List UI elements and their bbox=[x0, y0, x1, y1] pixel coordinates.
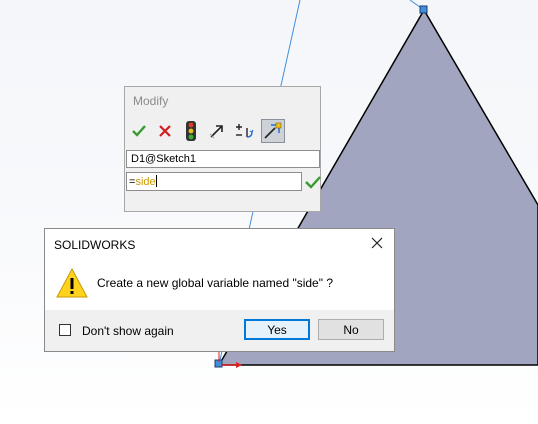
checkmark-icon bbox=[305, 176, 321, 189]
message-box-title: SOLIDWORKS bbox=[54, 238, 136, 252]
dimension-value-input[interactable]: =side bbox=[126, 172, 302, 191]
message-box-footer: Don't show again Yes No bbox=[45, 310, 394, 351]
graphics-area[interactable] bbox=[0, 0, 538, 424]
variable-text: side bbox=[135, 176, 156, 188]
dont-show-again-label[interactable]: Don't show again bbox=[82, 324, 174, 338]
plus-minus-spin-icon bbox=[236, 124, 254, 138]
modify-dialog-title: Modify bbox=[133, 94, 169, 108]
dimension-name-field: D1@Sketch1 bbox=[126, 150, 320, 168]
no-button[interactable]: No bbox=[318, 319, 384, 340]
sketch-canvas[interactable] bbox=[0, 0, 538, 424]
close-icon bbox=[371, 237, 383, 249]
mark-dimension-button[interactable] bbox=[233, 119, 257, 143]
ok-button[interactable] bbox=[127, 119, 151, 143]
value-accept-button[interactable] bbox=[305, 173, 321, 191]
yes-button[interactable]: Yes bbox=[244, 319, 310, 340]
mark-for-drawing-button[interactable] bbox=[261, 119, 285, 143]
reset-spin-button[interactable] bbox=[205, 119, 229, 143]
global-variable-message-box: SOLIDWORKS Create a new global variable … bbox=[44, 228, 395, 352]
dont-show-again-checkbox[interactable] bbox=[59, 324, 71, 336]
warning-icon bbox=[56, 267, 88, 298]
checkmark-icon bbox=[132, 125, 146, 137]
rebuild-button[interactable] bbox=[179, 119, 203, 143]
close-button[interactable] bbox=[369, 235, 385, 251]
cancel-button[interactable] bbox=[153, 119, 177, 143]
x-cancel-icon bbox=[159, 125, 171, 137]
sketch-point-top[interactable] bbox=[419, 5, 428, 14]
modify-toolbar bbox=[125, 119, 322, 147]
modify-dialog: Modify D1@Sketch1 =side bbox=[124, 86, 321, 212]
text-caret bbox=[155, 175, 157, 187]
message-text: Create a new global variable named "side… bbox=[97, 276, 333, 290]
arrow-icon bbox=[209, 125, 223, 139]
dimension-marker-icon bbox=[264, 122, 282, 139]
traffic-light-icon bbox=[186, 121, 196, 141]
